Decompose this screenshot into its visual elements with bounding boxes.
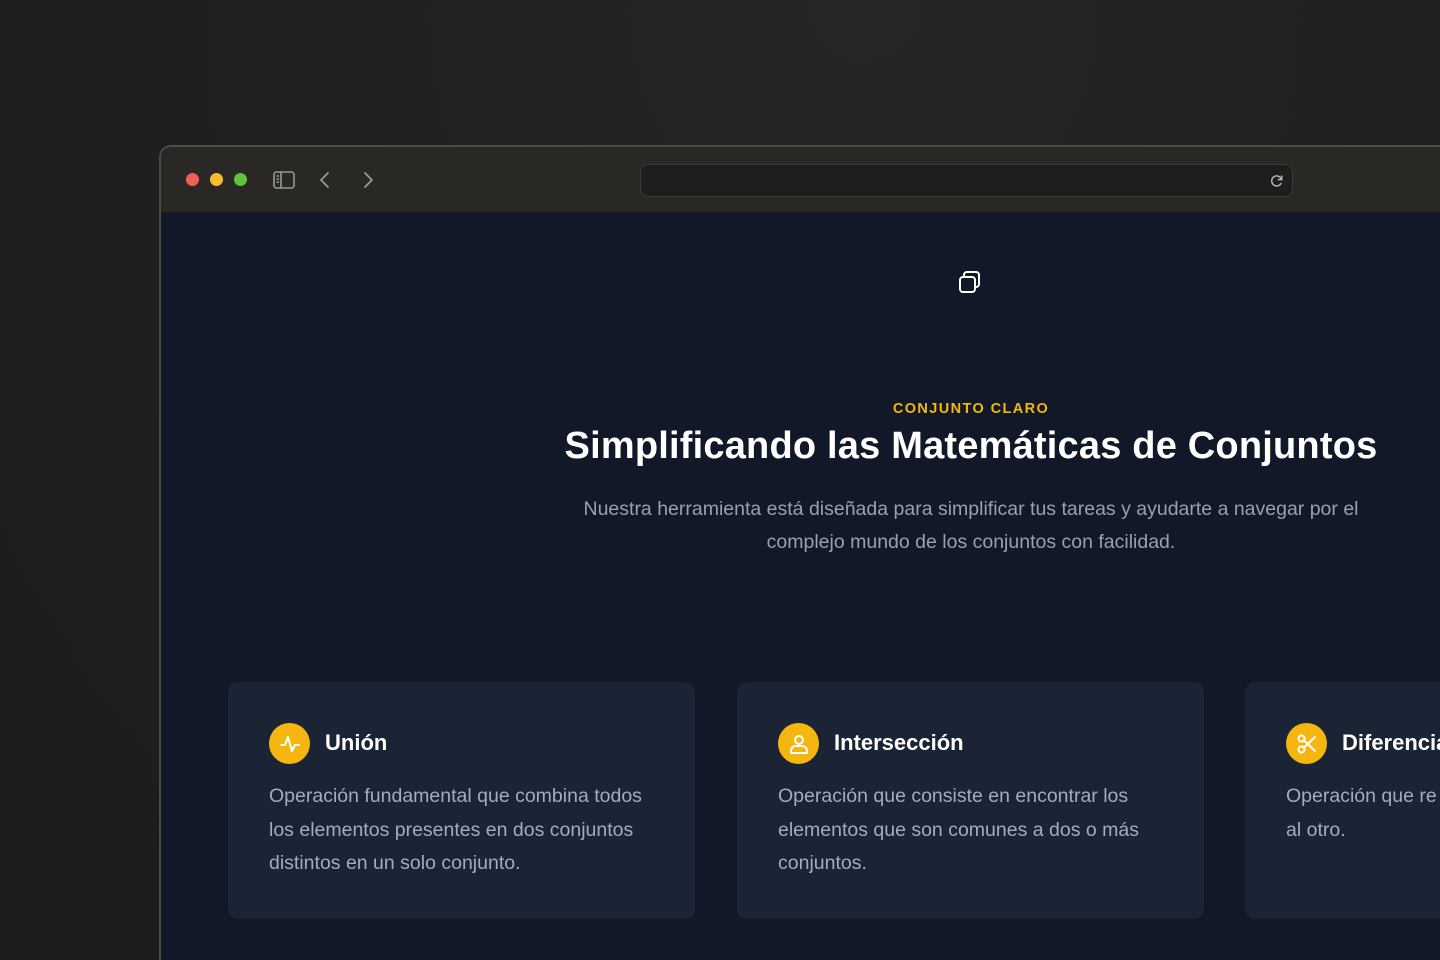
page-subtitle: Nuestra herramienta está diseñada para s… bbox=[583, 498, 1359, 553]
overlapping-squares-icon[interactable] bbox=[956, 268, 984, 296]
feature-title: Unión bbox=[325, 730, 388, 755]
pulse-icon bbox=[269, 723, 310, 764]
maximize-window-button[interactable] bbox=[234, 173, 247, 186]
reload-icon[interactable] bbox=[1268, 172, 1286, 190]
url-input[interactable] bbox=[651, 169, 1255, 195]
feature-card-intersection: Intersección Operación que consiste en e… bbox=[737, 682, 1204, 919]
sidebar-toggle-icon[interactable] bbox=[271, 167, 297, 193]
browser-titlebar bbox=[161, 147, 1440, 213]
page-content: CONJUNTO CLARO Simplificando las Matemát… bbox=[161, 213, 1440, 960]
chevron-left-icon[interactable] bbox=[312, 167, 338, 193]
feature-title: Intersección bbox=[834, 730, 964, 755]
feature-description: Operación fundamental que combina todos … bbox=[269, 785, 642, 874]
address-bar[interactable] bbox=[640, 164, 1293, 197]
user-icon bbox=[778, 723, 819, 764]
chevron-right-icon[interactable] bbox=[355, 167, 381, 193]
feature-card-union: Unión Operación fundamental que combina … bbox=[228, 682, 695, 919]
feature-card-difference: Diferencia Operación que re que pertenec… bbox=[1245, 682, 1440, 919]
scissors-icon bbox=[1286, 723, 1327, 764]
eyebrow-label: CONJUNTO CLARO bbox=[892, 401, 1050, 417]
page-title: Simplificando las Matemáticas de Conjunt… bbox=[564, 425, 1378, 467]
feature-title: Diferencia bbox=[1342, 730, 1440, 755]
browser-window: CONJUNTO CLARO Simplificando las Matemát… bbox=[159, 145, 1440, 960]
feature-description: Operación que consiste en encontrar los … bbox=[778, 785, 1139, 874]
minimize-window-button[interactable] bbox=[210, 173, 223, 186]
feature-description: Operación que re que pertenecen a pero n… bbox=[1286, 785, 1440, 841]
close-window-button[interactable] bbox=[186, 173, 199, 186]
